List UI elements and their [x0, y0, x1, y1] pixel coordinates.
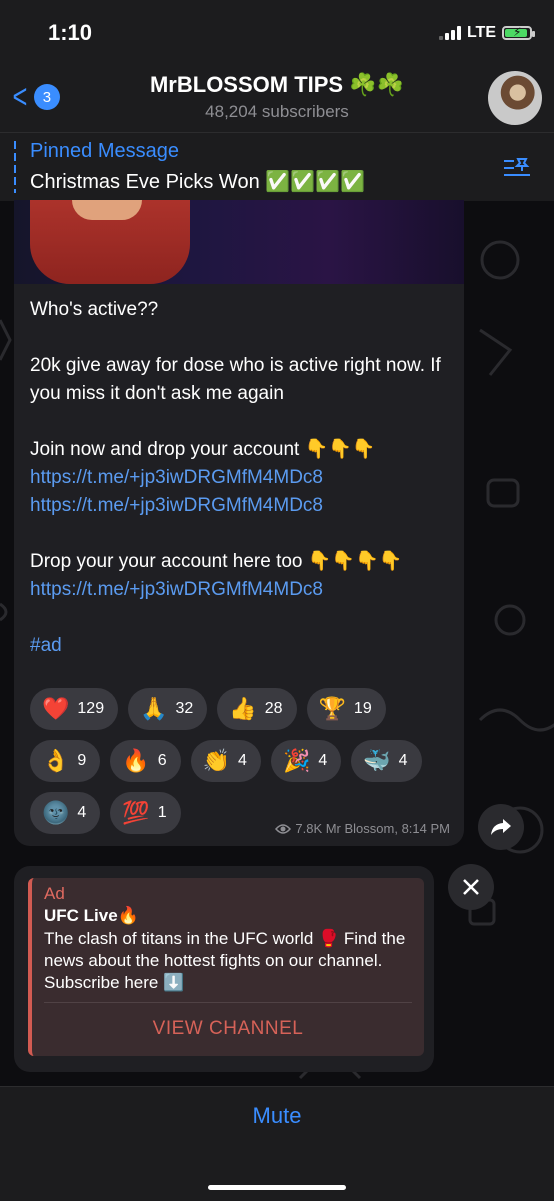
bottom-bar: Mute: [0, 1086, 554, 1201]
image-arm: [72, 200, 142, 220]
message-line-1: Who's active??: [30, 299, 159, 320]
reaction-heart[interactable]: ❤️ 129: [30, 688, 119, 730]
reaction-trophy[interactable]: 🏆 19: [306, 688, 386, 730]
channel-message: Who's active?? 20k give away for dose wh…: [14, 200, 464, 846]
mute-button[interactable]: Mute: [0, 1103, 554, 1129]
message-line-3: Join now and drop your account 👇👇👇: [30, 439, 376, 460]
signal-icon: [438, 26, 461, 40]
close-ad-button[interactable]: [448, 864, 494, 910]
sponsored-message: Ad UFC Live🔥 The clash of titans in the …: [14, 866, 434, 1072]
view-channel-button[interactable]: VIEW CHANNEL: [32, 1006, 424, 1052]
ad-text: The clash of titans in the UFC world 🥊 F…: [44, 929, 406, 992]
views-author-time: 7.8K Mr Blossom, 8:14 PM: [295, 821, 450, 836]
home-indicator: [208, 1185, 346, 1190]
reaction-pray[interactable]: 🙏 32: [128, 688, 208, 730]
network-type: LTE: [466, 24, 496, 41]
status-bar: 1:10 LTE ⚡: [0, 0, 554, 66]
message-text: Who's active?? 20k give away for dose wh…: [30, 296, 454, 660]
channel-title[interactable]: MrBLOSSOM TIPS ☘️☘️: [0, 72, 554, 98]
pinned-message-bar[interactable]: Pinned Message Christmas Eve Picks Won ✅…: [0, 132, 554, 201]
invite-link-2[interactable]: https://t.me/+jp3iwDRGMfM4MDc8: [30, 495, 323, 516]
ad-title: UFC Live🔥: [44, 906, 139, 925]
hashtag-link[interactable]: #ad: [30, 632, 454, 660]
ad-card[interactable]: Ad UFC Live🔥 The clash of titans in the …: [28, 878, 424, 1056]
message-image[interactable]: [14, 200, 464, 284]
invite-link-3[interactable]: https://t.me/+jp3iwDRGMfM4MDc8: [30, 579, 323, 600]
channel-avatar[interactable]: [488, 71, 542, 125]
message-meta: 7.8K Mr Blossom, 8:14 PM: [275, 821, 450, 836]
reaction-whale[interactable]: 🐳 4: [351, 740, 422, 782]
chat-header: < 3 MrBLOSSOM TIPS ☘️☘️ 48,204 subscribe…: [0, 66, 554, 132]
reaction-moon-face[interactable]: 🌚 4: [30, 792, 101, 834]
reaction-ok-hand[interactable]: 👌 9: [30, 740, 101, 782]
share-button[interactable]: [478, 804, 524, 850]
eye-icon: [275, 823, 292, 834]
battery-icon: ⚡: [502, 25, 535, 40]
close-icon: [463, 879, 479, 895]
message-line-4: Drop your your account here too 👇👇👇👇: [30, 551, 403, 572]
ad-label: Ad: [44, 884, 65, 903]
share-arrow-icon: [491, 819, 511, 835]
pin-list-icon[interactable]: [502, 155, 532, 179]
invite-link-1[interactable]: https://t.me/+jp3iwDRGMfM4MDc8: [30, 467, 323, 488]
ad-divider: [44, 1002, 412, 1003]
pinned-text: Christmas Eve Picks Won ✅✅✅✅: [30, 171, 365, 193]
reaction-party[interactable]: 🎉 4: [270, 740, 342, 782]
message-line-2: 20k give away for dose who is active rig…: [30, 355, 441, 404]
pinned-label: Pinned Message: [30, 140, 179, 162]
pinned-indicator: [14, 141, 16, 193]
message-paragraph-4: Drop your your account here too 👇👇👇👇 htt…: [30, 548, 454, 604]
status-indicators: LTE ⚡: [438, 24, 535, 42]
reaction-fire[interactable]: 🔥 6: [110, 740, 181, 782]
reaction-hundred[interactable]: 💯 1: [110, 792, 181, 834]
reaction-thumbs-up[interactable]: 👍 28: [217, 688, 297, 730]
subscriber-count: 48,204 subscribers: [205, 102, 349, 121]
reaction-clap[interactable]: 👏 4: [190, 740, 261, 782]
message-paragraph-3: Join now and drop your account 👇👇👇 https…: [30, 436, 454, 520]
status-time: 1:10: [48, 20, 93, 45]
